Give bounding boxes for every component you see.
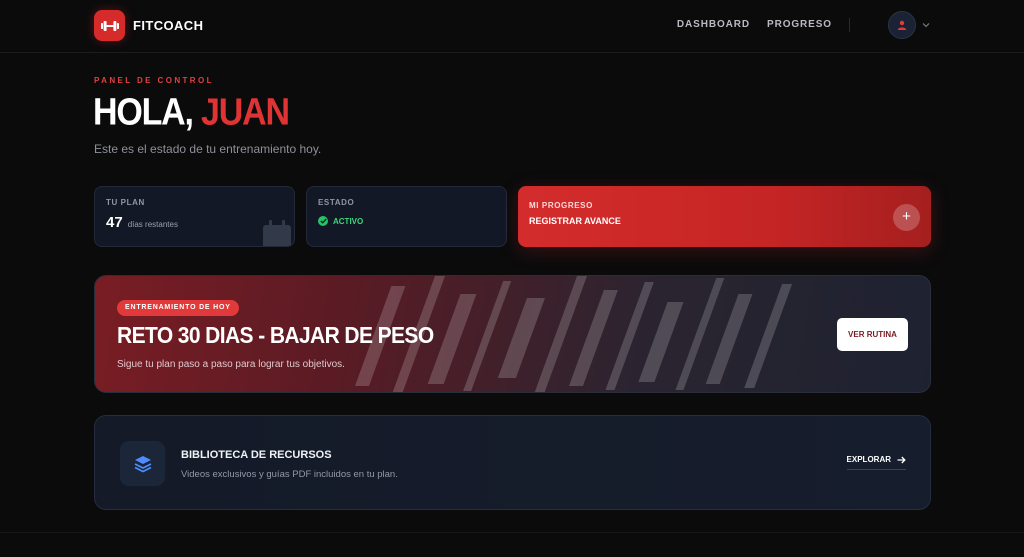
workout-description: Sigue tu plan paso a paso para lograr tu… (117, 359, 345, 370)
nav-dashboard[interactable]: DASHBOARD (677, 19, 750, 30)
main-nav: DASHBOARD PROGRESO (677, 19, 832, 30)
resource-library-card[interactable]: BIBLIOTECA DE RECURSOS Videos exclusivos… (94, 415, 931, 510)
user-icon (897, 20, 907, 30)
workout-banner: ENTRENAMIENTO DE HOY RETO 30 DIAS - BAJA… (94, 275, 931, 393)
view-routine-button[interactable]: VER RUTINA (837, 318, 908, 351)
library-title: BIBLIOTECA DE RECURSOS (181, 449, 332, 461)
user-name: JUAN (201, 91, 290, 134)
arrow-right-icon (897, 456, 906, 463)
chevron-down-icon[interactable] (922, 20, 930, 30)
top-bar: FITCOACH DASHBOARD PROGRESO (0, 0, 1024, 53)
status-card: ESTADO ACTIVO (306, 186, 507, 247)
check-circle-icon (318, 216, 328, 226)
brand-name: FITCOACH (133, 18, 204, 33)
avatar[interactable] (888, 11, 916, 39)
nav-divider (849, 18, 850, 32)
footer-divider (0, 532, 1024, 533)
explore-label: EXPLORAR (846, 455, 891, 464)
brand[interactable]: FITCOACH (94, 10, 203, 41)
plan-days: 47 (106, 214, 123, 231)
library-description: Videos exclusivos y guías PDF incluidos … (181, 469, 398, 480)
plan-days-unit: días restantes (127, 220, 178, 229)
plan-card: TU PLAN 47 días restantes (94, 186, 295, 247)
calendar-icon (263, 220, 291, 246)
user-menu[interactable] (888, 11, 930, 39)
status-label: ESTADO (318, 198, 355, 207)
greeting: HOLA, (93, 91, 194, 134)
page-subtitle: Este es el estado de tu entrenamiento ho… (94, 142, 322, 156)
page-eyebrow: PANEL DE CONTROL (94, 76, 214, 85)
page-title: HOLA, JUAN (93, 91, 290, 135)
register-progress-link[interactable]: REGISTRAR AVANCE (529, 216, 920, 226)
workout-title: RETO 30 DIAS - BAJAR DE PESO (117, 323, 434, 349)
status-badge: ACTIVO (333, 216, 364, 226)
explore-link[interactable]: EXPLORAR (846, 455, 906, 470)
plan-label: TU PLAN (106, 198, 145, 207)
add-progress-button[interactable]: + (893, 204, 920, 231)
workout-badge: ENTRENAMIENTO DE HOY (117, 300, 239, 316)
layers-icon (120, 441, 165, 486)
dumbbell-icon (94, 10, 125, 41)
progress-card[interactable]: MI PROGRESO REGISTRAR AVANCE + (518, 186, 931, 247)
nav-progreso[interactable]: PROGRESO (767, 19, 832, 30)
progress-label: MI PROGRESO (529, 201, 593, 210)
